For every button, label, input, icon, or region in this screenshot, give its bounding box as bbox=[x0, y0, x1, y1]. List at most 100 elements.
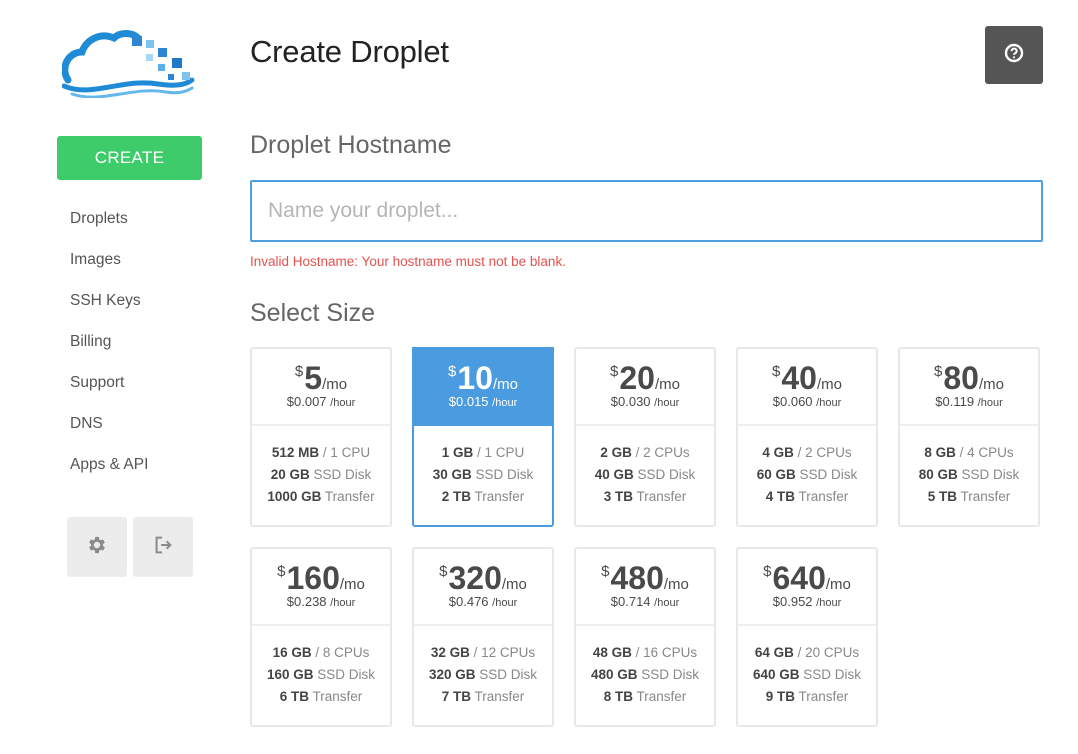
hostname-error: Invalid Hostname: Your hostname must not… bbox=[250, 254, 566, 269]
hourly-price: $0.015 /hour bbox=[412, 394, 554, 409]
spec-transfer: 5 TB Transfer bbox=[927, 489, 1011, 504]
spec-transfer: 6 TB Transfer bbox=[279, 689, 363, 704]
monthly-price: $20/mo bbox=[576, 361, 714, 395]
size-card-20[interactable]: $20/mo $0.030 /hour 2 GB / 2 CPUs 40 GB SSD… bbox=[574, 347, 716, 527]
hourly-amount: $0.714 bbox=[610, 594, 651, 609]
hourly-amount: $0.952 bbox=[772, 594, 813, 609]
spec-ram: 1 GB / 1 CPU bbox=[441, 445, 525, 460]
hourly-price: $0.030 /hour bbox=[576, 394, 714, 409]
cloud-logo-icon[interactable] bbox=[61, 28, 196, 99]
hourly-price: $0.238 /hour bbox=[252, 594, 390, 609]
size-card-price: $640/mo $0.952 /hour bbox=[738, 549, 876, 626]
currency-symbol: $ bbox=[763, 563, 772, 580]
size-card-price: $10/mo $0.015 /hour bbox=[412, 347, 554, 426]
size-card-10[interactable]: $10/mo $0.015 /hour 1 GB / 1 CPU 30 GB SSD … bbox=[412, 347, 554, 527]
currency-symbol: $ bbox=[601, 563, 610, 580]
spec-ram: 2 GB / 2 CPUs bbox=[600, 445, 690, 460]
sidebar-item-apps-api[interactable]: Apps & API bbox=[70, 454, 148, 495]
hourly-unit: /hour bbox=[816, 597, 842, 609]
hourly-amount: $0.007 bbox=[286, 394, 327, 409]
hourly-price: $0.952 /hour bbox=[738, 594, 876, 609]
size-card-80[interactable]: $80/mo $0.119 /hour 8 GB / 4 CPUs 80 GB SSD… bbox=[898, 347, 1040, 527]
currency-symbol: $ bbox=[277, 563, 286, 580]
spec-ram: 512 MB / 1 CPU bbox=[271, 445, 371, 460]
spec-transfer: 8 TB Transfer bbox=[603, 689, 687, 704]
spec-disk: 20 GB SSD Disk bbox=[270, 467, 372, 482]
monthly-price: $640/mo bbox=[738, 561, 876, 595]
price-period: /mo bbox=[492, 376, 518, 393]
size-card-specs: 4 GB / 2 CPUs 60 GB SSD Disk 4 TB Transfer bbox=[738, 426, 876, 508]
price-amount: 40 bbox=[781, 360, 817, 396]
sidebar-item-support[interactable]: Support bbox=[70, 372, 148, 413]
hostname-section-title: Droplet Hostname bbox=[250, 131, 452, 159]
sidebar-item-droplets[interactable]: Droplets bbox=[70, 208, 148, 249]
hourly-amount: $0.476 bbox=[448, 594, 489, 609]
price-period: /mo bbox=[339, 576, 365, 593]
spec-disk: 30 GB SSD Disk bbox=[432, 467, 534, 482]
currency-symbol: $ bbox=[439, 563, 448, 580]
spec-disk: 480 GB SSD Disk bbox=[590, 667, 700, 682]
sign-out-icon bbox=[152, 534, 174, 561]
sidebar-nav: Droplets Images SSH Keys Billing Support… bbox=[70, 208, 148, 495]
price-amount: 10 bbox=[457, 360, 493, 396]
price-period: /mo bbox=[816, 376, 842, 393]
size-card-price: $5/mo $0.007 /hour bbox=[252, 349, 390, 426]
price-period: /mo bbox=[978, 376, 1004, 393]
size-card-price: $320/mo $0.476 /hour bbox=[414, 549, 552, 626]
spec-transfer: 2 TB Transfer bbox=[441, 489, 525, 504]
size-card-5[interactable]: $5/mo $0.007 /hour 512 MB / 1 CPU 20 GB SSD… bbox=[250, 347, 392, 527]
size-card-40[interactable]: $40/mo $0.060 /hour 4 GB / 2 CPUs 60 GB SSD… bbox=[736, 347, 878, 527]
monthly-price: $320/mo bbox=[414, 561, 552, 595]
sidebar-item-images[interactable]: Images bbox=[70, 249, 148, 290]
spec-ram: 4 GB / 2 CPUs bbox=[762, 445, 852, 460]
currency-symbol: $ bbox=[772, 363, 781, 380]
size-card-specs: 16 GB / 8 CPUs 160 GB SSD Disk 6 TB Transf… bbox=[252, 626, 390, 708]
spec-transfer: 9 TB Transfer bbox=[765, 689, 849, 704]
size-card-480[interactable]: $480/mo $0.714 /hour 48 GB / 16 CPUs 480 GB… bbox=[574, 547, 716, 727]
spec-ram: 32 GB / 12 CPUs bbox=[430, 645, 536, 660]
size-card-640[interactable]: $640/mo $0.952 /hour 64 GB / 20 CPUs 640 GB… bbox=[736, 547, 878, 727]
monthly-price: $160/mo bbox=[252, 561, 390, 595]
hourly-unit: /hour bbox=[492, 597, 518, 609]
hourly-unit: /hour bbox=[492, 397, 518, 409]
hourly-amount: $0.238 bbox=[286, 594, 327, 609]
page-title: Create Droplet bbox=[250, 34, 449, 69]
price-period: /mo bbox=[825, 576, 851, 593]
settings-button[interactable] bbox=[67, 517, 127, 577]
spec-disk: 80 GB SSD Disk bbox=[918, 467, 1020, 482]
spec-ram: 64 GB / 20 CPUs bbox=[754, 645, 860, 660]
size-card-320[interactable]: $320/mo $0.476 /hour 32 GB / 12 CPUs 320 GB… bbox=[412, 547, 554, 727]
currency-symbol: $ bbox=[448, 363, 457, 380]
monthly-price: $80/mo bbox=[900, 361, 1038, 395]
price-amount: 640 bbox=[772, 560, 826, 596]
hourly-unit: /hour bbox=[330, 397, 356, 409]
price-amount: 480 bbox=[610, 560, 664, 596]
hourly-unit: /hour bbox=[654, 597, 680, 609]
spec-transfer: 3 TB Transfer bbox=[603, 489, 687, 504]
size-card-specs: 32 GB / 12 CPUs 320 GB SSD Disk 7 TB Trans… bbox=[414, 626, 552, 708]
sidebar-item-dns[interactable]: DNS bbox=[70, 413, 148, 454]
monthly-price: $40/mo bbox=[738, 361, 876, 395]
logout-button[interactable] bbox=[133, 517, 193, 577]
hourly-price: $0.476 /hour bbox=[414, 594, 552, 609]
hourly-unit: /hour bbox=[654, 397, 680, 409]
hourly-amount: $0.060 bbox=[772, 394, 813, 409]
spec-ram: 16 GB / 8 CPUs bbox=[272, 645, 370, 660]
size-card-price: $80/mo $0.119 /hour bbox=[900, 349, 1038, 426]
price-period: /mo bbox=[654, 376, 680, 393]
spec-transfer: 4 TB Transfer bbox=[765, 489, 849, 504]
size-card-160[interactable]: $160/mo $0.238 /hour 16 GB / 8 CPUs 160 GB … bbox=[250, 547, 392, 727]
monthly-price: $10/mo bbox=[412, 361, 554, 395]
size-card-price: $40/mo $0.060 /hour bbox=[738, 349, 876, 426]
sidebar-item-billing[interactable]: Billing bbox=[70, 331, 148, 372]
help-button[interactable] bbox=[985, 26, 1043, 84]
price-amount: 80 bbox=[943, 360, 979, 396]
spec-ram: 48 GB / 16 CPUs bbox=[592, 645, 698, 660]
currency-symbol: $ bbox=[294, 363, 304, 380]
gear-icon bbox=[86, 534, 108, 561]
hourly-price: $0.119 /hour bbox=[900, 394, 1038, 409]
hourly-unit: /hour bbox=[330, 597, 356, 609]
create-button[interactable]: CREATE bbox=[57, 136, 202, 180]
hostname-input[interactable] bbox=[250, 180, 1043, 242]
sidebar-item-ssh-keys[interactable]: SSH Keys bbox=[70, 290, 148, 331]
